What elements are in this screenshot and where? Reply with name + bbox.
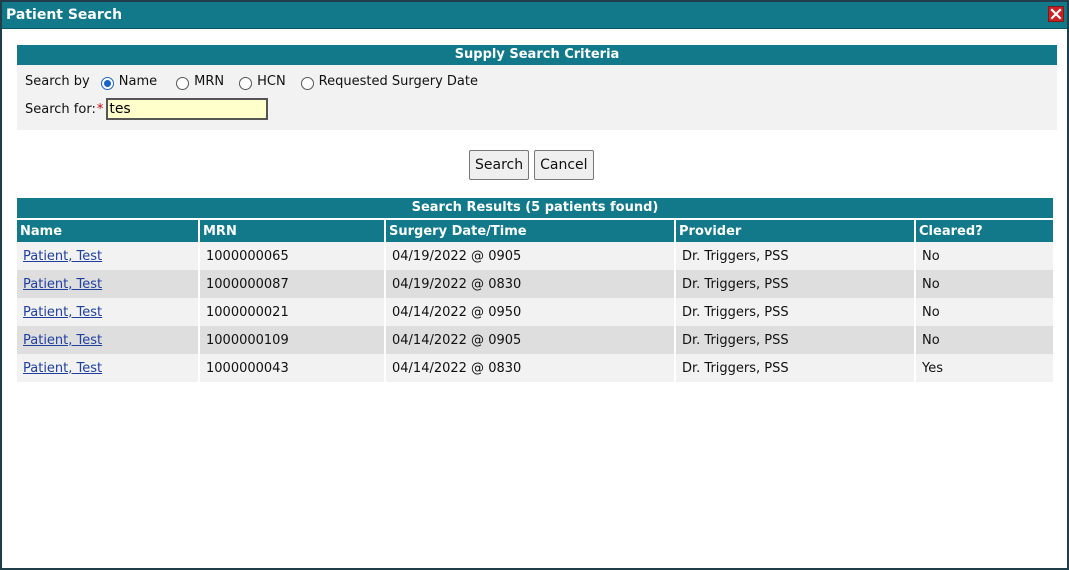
table-row: Patient, Test 1000000109 04/14/2022 @ 09… bbox=[17, 326, 1053, 354]
table-row: Patient, Test 1000000065 04/19/2022 @ 09… bbox=[17, 242, 1053, 270]
patient-link[interactable]: Patient, Test bbox=[23, 305, 102, 320]
cell-provider: Dr. Triggers, PSS bbox=[675, 270, 916, 298]
cancel-button[interactable]: Cancel bbox=[534, 150, 594, 180]
column-header-name[interactable]: Name bbox=[17, 218, 200, 242]
cell-cleared: No bbox=[915, 270, 1053, 298]
cell-surgery-datetime: 04/19/2022 @ 0905 bbox=[385, 242, 676, 270]
cell-name: Patient, Test bbox=[17, 242, 200, 270]
results-header-row: Name MRN Surgery Date/Time Provider Clea… bbox=[17, 218, 1053, 242]
cell-name: Patient, Test bbox=[17, 298, 200, 326]
radio-label-surgery-date: Requested Surgery Date bbox=[318, 73, 478, 89]
results-table: Name MRN Surgery Date/Time Provider Clea… bbox=[17, 218, 1053, 382]
cell-mrn: 1000000021 bbox=[199, 298, 386, 326]
patient-link[interactable]: Patient, Test bbox=[23, 361, 102, 376]
table-row: Patient, Test 1000000043 04/14/2022 @ 08… bbox=[17, 354, 1053, 382]
search-by-label: Search by bbox=[25, 73, 90, 89]
cell-surgery-datetime: 04/14/2022 @ 0830 bbox=[385, 354, 676, 382]
cell-name: Patient, Test bbox=[17, 326, 200, 354]
search-criteria-section: Supply Search Criteria Search by Name MR… bbox=[17, 45, 1057, 130]
radio-option-mrn[interactable]: MRN bbox=[176, 73, 225, 90]
cell-cleared: No bbox=[915, 298, 1053, 326]
cell-name: Patient, Test bbox=[17, 354, 200, 382]
search-button[interactable]: Search bbox=[469, 150, 530, 180]
table-row: Patient, Test 1000000021 04/14/2022 @ 09… bbox=[17, 298, 1053, 326]
criteria-body: Search by Name MRN HCN Requested Surgery… bbox=[17, 65, 1057, 130]
dialog-titlebar[interactable]: Patient Search bbox=[2, 2, 1067, 29]
search-for-label: Search for: bbox=[25, 101, 96, 117]
cell-surgery-datetime: 04/19/2022 @ 0830 bbox=[385, 270, 676, 298]
search-for-row: Search for: * bbox=[25, 98, 269, 120]
close-button[interactable] bbox=[1048, 6, 1064, 22]
criteria-header: Supply Search Criteria bbox=[17, 45, 1057, 65]
radio-label-mrn: MRN bbox=[194, 73, 225, 89]
cell-surgery-datetime: 04/14/2022 @ 0905 bbox=[385, 326, 676, 354]
radio-label-hcn: HCN bbox=[257, 73, 286, 89]
column-header-cleared[interactable]: Cleared? bbox=[915, 218, 1053, 242]
radio-label-name: Name bbox=[118, 73, 158, 89]
cell-cleared: No bbox=[915, 326, 1053, 354]
column-header-provider[interactable]: Provider bbox=[675, 218, 916, 242]
action-buttons: Search Cancel bbox=[469, 150, 599, 180]
radio-name[interactable] bbox=[100, 76, 114, 90]
patient-search-dialog: Patient Search Supply Search Criteria Se… bbox=[0, 0, 1069, 570]
search-results-section: Search Results (5 patients found) Name M… bbox=[17, 198, 1053, 382]
radio-hcn[interactable] bbox=[239, 76, 253, 90]
cell-mrn: 1000000043 bbox=[199, 354, 386, 382]
results-header: Search Results (5 patients found) bbox=[17, 198, 1053, 218]
dialog-title: Patient Search bbox=[6, 7, 123, 23]
cell-cleared: Yes bbox=[915, 354, 1053, 382]
radio-option-surgery-date[interactable]: Requested Surgery Date bbox=[300, 73, 478, 90]
radio-surgery-date[interactable] bbox=[300, 76, 314, 90]
cell-provider: Dr. Triggers, PSS bbox=[675, 242, 916, 270]
patient-link[interactable]: Patient, Test bbox=[23, 249, 102, 264]
table-row: Patient, Test 1000000087 04/19/2022 @ 08… bbox=[17, 270, 1053, 298]
cell-mrn: 1000000065 bbox=[199, 242, 386, 270]
cell-cleared: No bbox=[915, 242, 1053, 270]
column-header-mrn[interactable]: MRN bbox=[199, 218, 386, 242]
cell-provider: Dr. Triggers, PSS bbox=[675, 354, 916, 382]
required-marker: * bbox=[96, 101, 104, 117]
patient-link[interactable]: Patient, Test bbox=[23, 277, 102, 292]
radio-option-name[interactable]: Name bbox=[100, 73, 158, 90]
cell-name: Patient, Test bbox=[17, 270, 200, 298]
cell-provider: Dr. Triggers, PSS bbox=[675, 326, 916, 354]
cell-mrn: 1000000087 bbox=[199, 270, 386, 298]
search-by-row: Search by Name MRN HCN Requested Surgery… bbox=[25, 72, 478, 90]
cell-provider: Dr. Triggers, PSS bbox=[675, 298, 916, 326]
radio-option-hcn[interactable]: HCN bbox=[239, 73, 286, 90]
close-icon bbox=[1049, 7, 1063, 21]
column-header-surgery-datetime[interactable]: Surgery Date/Time bbox=[385, 218, 676, 242]
cell-mrn: 1000000109 bbox=[199, 326, 386, 354]
patient-link[interactable]: Patient, Test bbox=[23, 333, 102, 348]
cell-surgery-datetime: 04/14/2022 @ 0950 bbox=[385, 298, 676, 326]
radio-mrn[interactable] bbox=[176, 76, 190, 90]
search-input[interactable] bbox=[106, 98, 269, 120]
